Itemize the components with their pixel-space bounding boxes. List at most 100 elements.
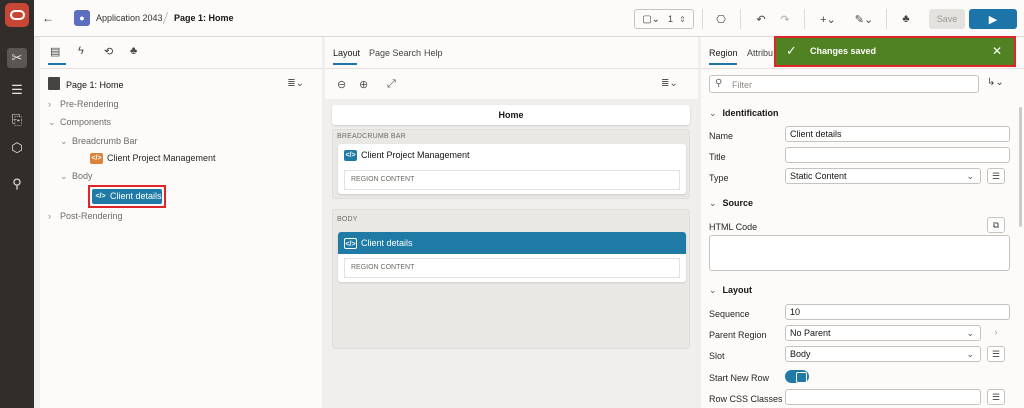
create-menu-icon[interactable]: +⌄ [814,9,842,29]
top-toolbar: ← ● Application 2043 Page 1: Home ▢⌄ 1 ⇕… [34,0,1024,37]
tree-node-label: Body [72,171,93,181]
open-editor-icon[interactable]: ⧉ [987,217,1005,233]
go-to-group-icon[interactable]: ↳⌄ [987,77,1004,88]
tab-layout[interactable]: Layout [333,48,360,58]
undo-icon[interactable]: ↶ [752,9,770,29]
chevron-down-icon[interactable]: ⌄ [709,285,717,295]
package-icon[interactable]: ⬡ [7,138,27,158]
region-card-client-details[interactable]: </> Client details REGION CONTENT [338,232,686,282]
tab-region[interactable]: Region [709,48,738,58]
tab-page-search[interactable]: Page Search [369,48,421,58]
search-icon[interactable]: ⚲ [7,174,27,194]
page-add-icon[interactable]: ⎘ [7,110,27,130]
close-icon[interactable]: ✕ [992,44,1002,58]
shared-components-icon[interactable]: ✂ [7,48,27,68]
slot-select[interactable]: Body ⌄ [785,346,981,362]
html-code-textarea[interactable] [709,235,1010,271]
chevron-down-icon[interactable]: ⌄ [709,198,717,208]
highlight-box [88,185,166,208]
page-home-bar[interactable]: Home [332,105,690,125]
layout-panel: Layout Page Search Help ⊖ ⊕ ⤢ ≣⌄ Home BR… [325,37,698,408]
row-css-classes-field[interactable] [785,389,981,405]
processing-tab-icon[interactable]: ⟲ [104,45,113,58]
layout-toolbar: ⊖ ⊕ ⤢ ≣⌄ [325,75,698,95]
html-code-label: HTML Code [709,222,758,232]
tree-menu-icon[interactable]: ≣⌄ [287,78,304,89]
tab-attributes[interactable]: Attribu [747,48,773,58]
tree-node-pre-rendering[interactable]: › Pre-Rendering [48,99,119,109]
list-icon[interactable]: ☰ [987,346,1005,362]
slot-value: Body [790,349,811,359]
body-slot[interactable]: BODY </> Client details REGION CONTENT [332,209,690,349]
region-title: Client Project Management [361,150,470,160]
active-tab-indicator [709,63,737,65]
tree-node-breadcrumb-bar[interactable]: ⌄ Breadcrumb Bar [60,136,138,147]
utilities-menu-icon[interactable]: ✎⌄ [850,9,878,29]
tree-node-components[interactable]: ⌄ Components [48,117,111,128]
oracle-logo[interactable] [5,3,29,27]
tree-node-post-rendering[interactable]: › Post-Rendering [48,211,123,221]
page-selector[interactable]: ▢⌄ 1 ⇕ [634,9,694,29]
chevron-right-icon[interactable]: › [48,211,60,221]
group-identification[interactable]: ⌄ Identification [709,108,779,119]
region-card-client-project-management[interactable]: </> Client Project Management REGION CONT… [338,144,686,194]
name-field[interactable]: Client details [785,126,1010,142]
breadcrumb-region-icon: </> [90,153,103,165]
toolbar-divider [886,9,887,29]
row-css-classes-label: Row CSS Classes [709,394,783,404]
title-field[interactable] [785,147,1010,163]
sequence-field[interactable]: 10 [785,304,1010,320]
group-layout[interactable]: ⌄ Layout [709,285,752,296]
region-title: Client details [361,238,413,248]
toolbar-divider [804,9,805,29]
page-lock-icon[interactable]: ⎔ [710,9,732,29]
database-icon[interactable]: ☰ [7,80,27,100]
chevron-down-icon: ⌄ [966,328,974,338]
filter-input[interactable]: ⚲ Filter [709,75,979,93]
shared-components-tab-icon[interactable]: ♣ [130,45,137,57]
chevron-down-icon: ⌄ [966,171,974,181]
zoom-in-icon[interactable]: ⊕ [359,78,368,91]
rendering-tree-panel: ▤ ϟ ⟲ ♣ Page 1: Home ≣⌄ › Pre-Rendering ⌄… [40,37,322,408]
chevron-down-icon[interactable]: ⌄ [60,171,72,182]
dynamic-actions-tab-icon[interactable]: ϟ [78,45,84,57]
zoom-out-icon[interactable]: ⊖ [337,78,346,91]
run-page-button[interactable]: ▶ [969,9,1017,29]
chevron-down-icon[interactable]: ⌄ [709,108,717,118]
list-icon[interactable]: ☰ [987,168,1005,184]
expand-icon[interactable]: ⤢ [387,78,396,91]
type-value: Static Content [790,171,847,181]
title-label: Title [709,152,726,162]
search-icon: ⚲ [715,78,723,89]
layout-menu-icon[interactable]: ≣⌄ [661,78,678,89]
tree-tabs: ▤ ϟ ⟲ ♣ [40,37,322,69]
parent-region-label: Parent Region [709,330,767,340]
tree-node-body[interactable]: ⌄ Body [60,171,93,182]
scrollbar[interactable] [1019,107,1022,227]
save-button[interactable]: Save [929,9,965,29]
page-doc-icon: ▢⌄ [642,13,661,25]
redo-icon[interactable]: ↷ [776,9,794,29]
tab-help[interactable]: Help [424,48,443,58]
parent-region-select[interactable]: No Parent ⌄ [785,325,981,341]
chevron-right-icon[interactable]: › [48,99,60,109]
rendering-tab-icon[interactable]: ▤ [50,45,60,58]
type-select[interactable]: Static Content ⌄ [785,168,981,184]
list-icon[interactable]: ☰ [987,389,1005,405]
tree-page-header[interactable]: Page 1: Home ≣⌄ [40,75,322,93]
group-source[interactable]: ⌄ Source [709,198,753,209]
region-header: </> Client Project Management [338,144,686,166]
shared-components-toolbar-icon[interactable]: ♣ [896,9,916,29]
chevron-down-icon[interactable]: ⌄ [48,117,60,128]
page-stepper-icon[interactable]: ⇕ [679,15,686,24]
app-name[interactable]: Application 2043 [96,13,163,23]
tree-node-label: Pre-Rendering [60,99,119,109]
chevron-right-icon[interactable]: › [987,325,1005,341]
tree-page-label: Page 1: Home [66,80,124,90]
tree-node-client-project-management[interactable]: </> Client Project Management [90,153,216,165]
back-arrow-icon[interactable]: ← [42,11,54,25]
start-new-row-toggle[interactable] [785,370,809,383]
chevron-down-icon[interactable]: ⌄ [60,136,72,147]
name-label: Name [709,131,734,141]
breadcrumb-bar-slot[interactable]: BREADCRUMB BAR </> Client Project Managem… [332,129,690,199]
